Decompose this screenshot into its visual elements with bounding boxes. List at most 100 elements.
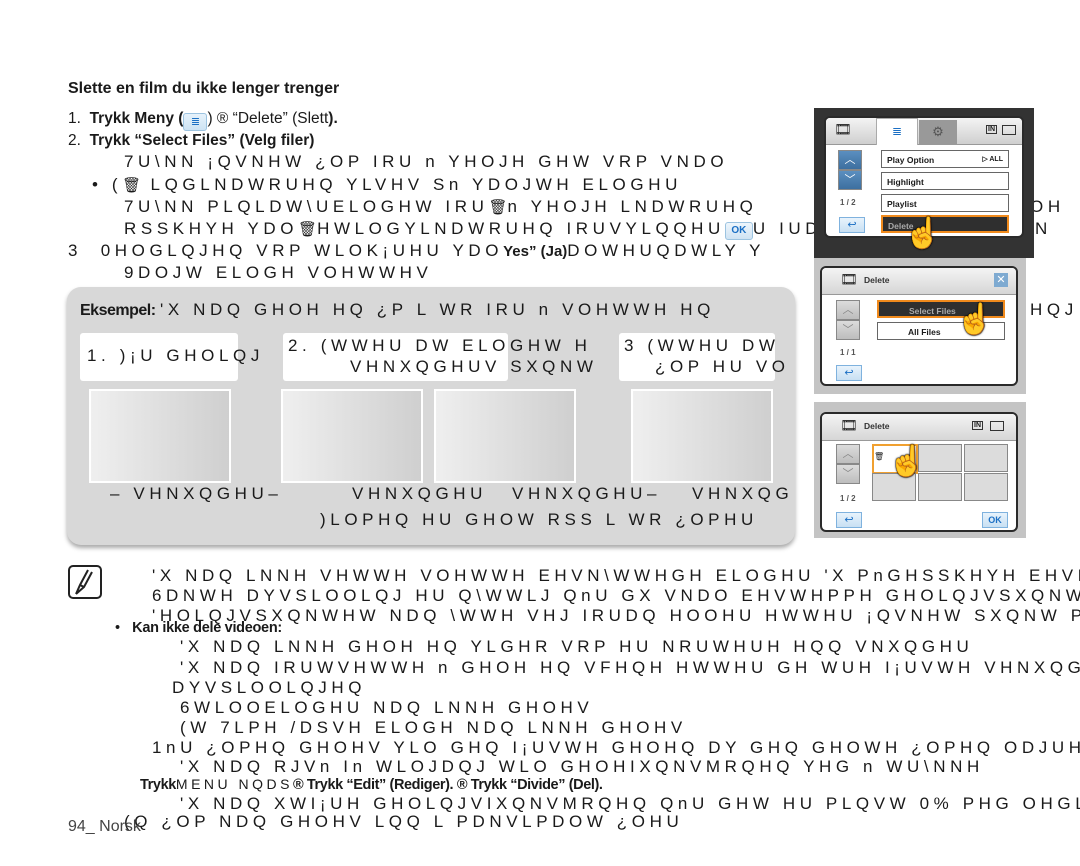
menu-tab[interactable]: ≣ (876, 118, 918, 145)
step-1: 1. Trykk Meny (≣) ® “Delete” (Slett). (68, 110, 338, 131)
back-button[interactable]: ↩ (836, 512, 862, 528)
scroll-down-button[interactable]: ﹀ (836, 464, 860, 484)
line-text-c: U IUD (752, 219, 823, 238)
storage-icon: IN (986, 125, 997, 134)
paren: ( (111, 175, 123, 194)
step-2-line-4: RSSKHYH YDO🗑HWLOGYLNDWRUHQ IRUVYLQQHU OK U… (124, 219, 822, 240)
hand-pointer-icon: ☝ (904, 217, 942, 250)
device-screen-3: 🎞 Delete IN ︿ ﹀ 1 / 2 ↩ 🗑 OK ☝ (814, 402, 1026, 538)
step-3: 3 0HOGLQJHQ VRP WLOK¡UHU YDOYes” (Ja)DOW… (68, 241, 765, 261)
step-2-line-1: 7U\NN ¡QVNHW ¿OP IRU n YHOJH GHW VRP VND… (124, 152, 729, 171)
back-button[interactable]: ↩ (839, 217, 865, 233)
edit-divide-instructions: ® Trykk “Edit” (Rediger). ® Trykk “Divid… (292, 777, 603, 793)
example-caption-3: VHNXQGHU– (512, 484, 662, 503)
example-text-right: HQJ (1030, 300, 1078, 319)
note-bullet: • Kan ikke dele videoen: (115, 620, 282, 636)
screen-title: Delete (864, 275, 890, 285)
note-line-4: 1nU ¿OPHQ GHOHV YLO GHQ I¡UVWH GHOHQ DY … (152, 738, 1080, 757)
yes-label: Yes” (Ja) (503, 243, 568, 260)
example-box-2-line-1: 2. (WWHU DW ELOGHW H (288, 336, 592, 355)
storage-icon: IN (972, 421, 983, 430)
step-2-text: Trykk “Select Files” (Velg filer) (89, 132, 315, 149)
example-caption-4: VHNXQG (692, 484, 794, 503)
menu-icon: ≣ (183, 113, 208, 131)
step-1-number: 1. (68, 110, 81, 127)
step-2-line-4-right: N (1035, 219, 1052, 238)
step-3-result: 9DOJW ELOGH VOHWWHV (124, 263, 433, 282)
film-icon: 🎞 (840, 271, 858, 287)
bullet-item-2: 'X NDQ IRUWVHWWH n GHOH HQ VFHQH HWWHU G… (180, 658, 1080, 677)
line-text: 7U\NN PLQLDW\UELOGHW IRU (124, 197, 489, 216)
example-text: 'X NDQ GHOH HQ ¿P L WR IRU n VOHWWH HQ (160, 300, 715, 319)
step-1-rest: ) ® “Delete” (Slett (207, 110, 329, 127)
trash-icon: 🗑 (298, 221, 318, 238)
trash-icon: 🗑 (488, 199, 508, 216)
hand-pointer-icon: ☝ (888, 445, 926, 478)
note-line-8: (Q ¿OP NDQ GHOHV LQQ L PDNVLPDOW ¿OHU (124, 812, 684, 831)
film-icon[interactable]: 🎞 (834, 121, 852, 138)
bullet-item-4: (W 7LPH /DSVH ELOGH NDQ LNNH GHOHV (180, 718, 687, 737)
menu-item-delete[interactable]: Delete (881, 215, 1009, 233)
example-heading: Eksempel: 'X NDQ GHOH HQ ¿P L WR IRU n V… (80, 300, 715, 320)
close-icon[interactable]: ✕ (994, 273, 1008, 287)
example-box-3-line-1: 3 (WWHU DW (624, 336, 780, 355)
menu-item-play-option[interactable]: Play Option ▷ ALL (881, 150, 1009, 168)
delete-header: 🎞 Delete ✕ (822, 268, 1016, 295)
ok-icon: OK (724, 222, 753, 240)
note-icon (68, 565, 102, 599)
scroll-down-button[interactable]: ﹀ (836, 320, 860, 340)
gear-icon[interactable]: ⚙ (919, 120, 957, 144)
device-screen-2: 🎞 Delete ✕ ︿ ﹀ 1 / 1 ↩ Select Files All … (814, 258, 1026, 394)
bullet-text: LQGLNDWRUHQ YLVHV Sn YDOJWH ELOGHU (150, 175, 682, 194)
step-1-text: Trykk Meny ( (89, 110, 184, 127)
menu-item-playlist[interactable]: Playlist (881, 194, 1009, 212)
page-indicator: 1 / 2 (840, 494, 856, 503)
page-footer: 94_ Norsk (68, 818, 141, 835)
example-footer: )LOPHQ HU GHOW RSS L WR ¿OPHU (320, 510, 758, 529)
value: ▷ ALL (982, 156, 1003, 163)
scroll-up-button[interactable]: ︿ (836, 300, 860, 320)
note-line-7: 'X NDQ XWI¡UH GHOLQJVIXQNVMRQHQ QnU GHW … (180, 794, 1080, 813)
thumbnail-cell[interactable] (964, 473, 1008, 501)
example-thumbnail-1 (89, 389, 231, 483)
hand-pointer-icon: ☝ (956, 303, 994, 336)
bullet-item-2b: DYVSLOOLQJHQ (172, 678, 367, 697)
bullet-title: Kan ikke dele videoen: (132, 620, 282, 636)
step-2-number: 2. (68, 132, 81, 149)
example-box-3-line-2: ¿OP HU VO (655, 357, 790, 376)
trash-icon: 🗑 (874, 452, 885, 461)
trash-icon: 🗑 (122, 177, 142, 194)
step-2: 2. Trykk “Select Files” (Velg filer) (68, 132, 314, 150)
battery-icon (990, 421, 1004, 431)
note-line-6: TrykkMENU NQDS® Trykk “Edit” (Rediger). … (140, 776, 603, 793)
example-box-2-line-2: VHNXQGHUV SXQNW (350, 357, 598, 376)
thumbnail-cell[interactable] (964, 444, 1008, 472)
line-text: RSSKHYH YDO (124, 219, 299, 238)
ok-button[interactable]: OK (982, 512, 1008, 528)
grid-header: 🎞 Delete IN (822, 414, 1016, 441)
note-line-5: 'X NDQ RJVn In WLOJDQJ WLO GHOHIXQNVMRQH… (180, 757, 984, 776)
scroll-up-button[interactable]: ︿ (838, 150, 862, 170)
example-thumbnail-4 (631, 389, 773, 483)
screen-title: Delete (864, 421, 890, 431)
example-caption-2: VHNXQGHU (352, 484, 488, 503)
back-button[interactable]: ↩ (836, 365, 862, 381)
label: Play Option (887, 155, 935, 165)
line-text-b: n YHOJH LNDWRUHQ (507, 197, 758, 216)
trykk-label: Trykk (140, 777, 176, 793)
menu-header: 🎞 ≣ ⚙ IN (826, 118, 1022, 145)
step-3-number: 3 (68, 241, 83, 260)
step-2-line-3-right: OH (1030, 197, 1065, 216)
example-box-1-text: 1. )¡U GHOLQJ (87, 346, 264, 365)
scroll-down-button[interactable]: ﹀ (838, 170, 862, 190)
note-line-2: 6DNWH DYVSLOOLQJ HU Q\WWLJ QnU GX VNDO E… (152, 586, 1080, 605)
film-icon: 🎞 (840, 417, 858, 433)
example-label: Eksempel: (80, 302, 156, 319)
note-line-3: 'HOLQJVSXQNWHW NDQ \WWH VHJ IRUDQ HOOHU … (152, 606, 1080, 625)
page-indicator: 1 / 1 (840, 348, 856, 357)
step-1-end: ). (328, 110, 338, 127)
menu-item-highlight[interactable]: Highlight (881, 172, 1009, 190)
menu-text: MENU NQDS (175, 776, 293, 792)
example-caption-1: – VHNXQGHU– (110, 484, 283, 503)
scroll-up-button[interactable]: ︿ (836, 444, 860, 464)
